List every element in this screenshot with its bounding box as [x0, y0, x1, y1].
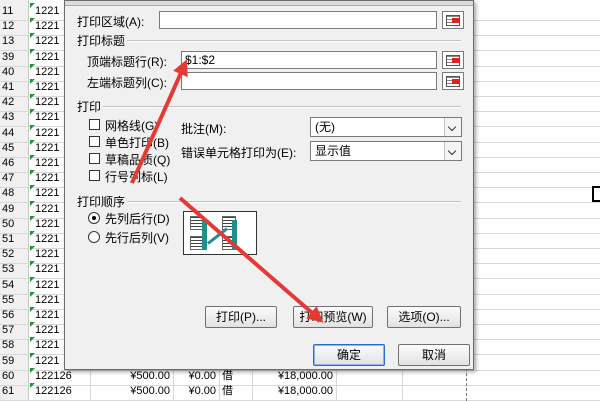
- section-divider: [103, 106, 461, 108]
- row-col-headings-label: 行号列标(L): [105, 170, 168, 184]
- black-and-white-checkbox[interactable]: [89, 136, 100, 147]
- print-button[interactable]: 打印(P)...: [205, 306, 277, 328]
- draft-quality-label: 草稿品质(Q): [105, 153, 171, 167]
- cell-selection-fragment: [592, 186, 600, 202]
- cell-errors-selected-value: 显示值: [315, 144, 352, 158]
- gridlines-label: 网格线(G): [105, 119, 159, 133]
- section-divider: [127, 201, 461, 203]
- draft-quality-checkbox[interactable]: [89, 153, 100, 164]
- account-code-cell: 122126: [29, 382, 91, 400]
- comments-label: 批注(M):: [181, 122, 227, 136]
- down-then-over-label: 先列后行(D): [105, 212, 170, 226]
- over-then-down-radio[interactable]: [88, 231, 100, 243]
- comments-selected-value: (无): [315, 120, 335, 134]
- print-area-label: 打印区域(A):: [77, 15, 145, 29]
- top-rows-label: 顶端标题行(R):: [87, 55, 167, 69]
- print-heading: 打印: [77, 100, 102, 114]
- sheet-row: 61 122126 ¥500.00 ¥0.00 借 ¥18,000.00: [0, 382, 600, 401]
- left-columns-collapse-button[interactable]: [442, 72, 464, 90]
- page-order-heading: 打印顺序: [77, 195, 126, 209]
- balance-cell: ¥18,000.00: [253, 382, 337, 400]
- row-col-headings-checkbox[interactable]: [89, 170, 100, 181]
- ok-button[interactable]: 确定: [313, 344, 385, 366]
- row-number: 61: [2, 385, 15, 397]
- print-titles-heading: 打印标题: [77, 34, 126, 48]
- debit-cell: ¥500.00: [92, 382, 174, 400]
- cancel-button[interactable]: 取消: [398, 344, 470, 366]
- down-then-over-radio[interactable]: [88, 212, 100, 224]
- gridlines-checkbox[interactable]: [89, 119, 100, 130]
- direction-cell: 借: [220, 382, 253, 400]
- page-setup-dialog: 打印区域(A): 打印标题 顶端标题行(R): $1:$2 左端标题列(C): …: [64, 0, 474, 370]
- section-divider: [127, 40, 461, 42]
- print-area-collapse-button[interactable]: [442, 11, 464, 29]
- print-area-input[interactable]: [159, 11, 437, 29]
- options-button[interactable]: 选项(O)...: [387, 306, 461, 328]
- print-preview-button[interactable]: 打印预览(W): [293, 306, 373, 328]
- credit-cell: ¥0.00: [174, 382, 220, 400]
- dropdown-arrow-icon: [444, 142, 461, 160]
- comments-select[interactable]: (无): [310, 117, 462, 137]
- dialog-tab-strip: [65, 1, 473, 6]
- over-then-down-label: 先行后列(V): [105, 231, 169, 245]
- top-rows-collapse-button[interactable]: [442, 51, 464, 69]
- black-and-white-label: 单色打印(B): [105, 136, 169, 150]
- cell-errors-select[interactable]: 显示值: [310, 141, 462, 161]
- cell-errors-label: 错误单元格打印为(E):: [181, 146, 297, 160]
- page-order-icon: [183, 211, 257, 255]
- dropdown-arrow-icon: [444, 118, 461, 136]
- top-rows-input[interactable]: $1:$2: [181, 51, 437, 69]
- left-columns-label: 左端标题列(C):: [87, 76, 167, 90]
- left-columns-input[interactable]: [181, 72, 437, 90]
